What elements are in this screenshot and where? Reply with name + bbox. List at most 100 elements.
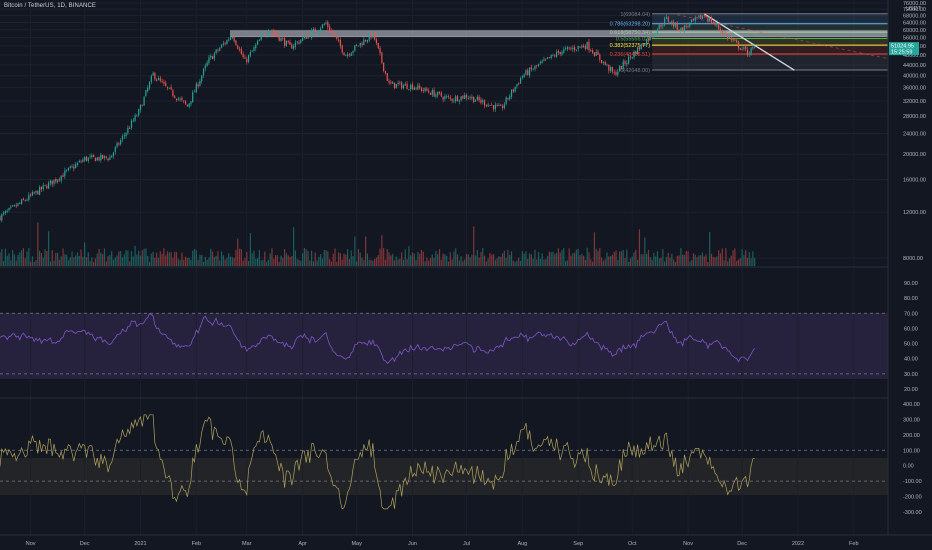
candle-body bbox=[431, 90, 433, 95]
price-tick-label: 20000.00 bbox=[903, 152, 926, 158]
candle-body bbox=[329, 26, 331, 31]
candle-body bbox=[390, 82, 392, 84]
price-tick-label: 24000.00 bbox=[903, 132, 926, 138]
volume-bar bbox=[595, 248, 597, 266]
volume-bar bbox=[491, 254, 493, 266]
volume-bar bbox=[201, 255, 203, 266]
candle-body bbox=[49, 180, 52, 184]
volume-bar bbox=[649, 257, 651, 266]
volume-bar bbox=[320, 254, 322, 266]
resistance-zone bbox=[230, 30, 889, 37]
volume-bar bbox=[154, 257, 156, 266]
volume-bar bbox=[273, 259, 275, 266]
volume-bar bbox=[347, 249, 349, 266]
price-tick-label: 40000.00 bbox=[903, 74, 926, 80]
volume-bar bbox=[709, 231, 711, 266]
candle-body bbox=[258, 40, 260, 42]
volume-bar bbox=[242, 260, 244, 266]
volume-bar bbox=[17, 254, 19, 266]
volume-bar bbox=[78, 255, 80, 266]
volume-bar bbox=[215, 255, 217, 266]
volume-bar bbox=[220, 251, 223, 266]
volume-bar bbox=[624, 258, 626, 266]
volume-bar bbox=[608, 256, 610, 266]
volume-bar bbox=[222, 255, 224, 266]
candle-body bbox=[559, 51, 561, 55]
price-tick-label: 68000.00 bbox=[903, 14, 926, 20]
volume-bar bbox=[635, 249, 637, 266]
candle-body bbox=[139, 104, 142, 111]
candle-body bbox=[100, 154, 102, 161]
candle-body bbox=[718, 24, 720, 30]
fib-zone bbox=[652, 38, 888, 46]
candle-body bbox=[143, 96, 145, 106]
candle-body bbox=[318, 30, 320, 33]
trading-chart[interactable]: 1(69084.04)0.786(63298.20)0.618(58750.34… bbox=[0, 0, 932, 550]
volume-bar bbox=[282, 257, 284, 266]
volume-bar bbox=[8, 253, 10, 266]
candle-body bbox=[338, 39, 340, 41]
candle-body bbox=[700, 14, 702, 19]
volume-bar bbox=[489, 253, 491, 266]
candle-body bbox=[381, 52, 383, 63]
volume-bar bbox=[264, 251, 266, 266]
candle-body bbox=[78, 160, 80, 163]
candle-body bbox=[637, 47, 639, 55]
candle-body bbox=[136, 115, 138, 117]
candle-body bbox=[192, 92, 194, 103]
candle-body bbox=[492, 105, 495, 110]
volume-bar bbox=[492, 254, 495, 266]
price-tick-label: 56000.00 bbox=[903, 36, 926, 42]
volume-bar bbox=[318, 256, 320, 266]
volume-bar bbox=[80, 249, 82, 266]
volume-bar bbox=[716, 256, 718, 266]
candle-body bbox=[73, 166, 75, 169]
candle-body bbox=[114, 147, 116, 153]
volume-bar bbox=[66, 254, 68, 266]
volume-bar bbox=[172, 257, 174, 266]
candle-body bbox=[473, 96, 475, 103]
volume-bar bbox=[494, 259, 496, 266]
candle-body bbox=[184, 101, 187, 104]
volume-bar bbox=[426, 257, 428, 266]
volume-bar bbox=[507, 249, 509, 266]
volume-bar bbox=[559, 252, 561, 266]
volume-bar bbox=[341, 259, 343, 266]
volume-bar bbox=[599, 248, 601, 266]
candle-body bbox=[730, 37, 732, 40]
candle-body bbox=[604, 61, 606, 65]
candle-body bbox=[325, 23, 327, 24]
candle-body bbox=[46, 185, 48, 189]
candle-body bbox=[707, 17, 709, 21]
candle-body bbox=[166, 86, 169, 88]
rsi-tick-label: 20.00 bbox=[904, 387, 918, 393]
candle-body bbox=[130, 120, 133, 128]
candle-body bbox=[646, 39, 648, 46]
candle-body bbox=[386, 73, 388, 82]
volume-bar bbox=[640, 254, 642, 266]
volume-bar bbox=[458, 260, 460, 266]
candle-body bbox=[8, 207, 10, 211]
candle-body bbox=[485, 105, 487, 106]
volume-bar bbox=[417, 251, 419, 266]
candle-body bbox=[532, 69, 534, 71]
volume-bar bbox=[664, 261, 666, 266]
volume-bar bbox=[413, 253, 415, 266]
volume-bar bbox=[611, 254, 614, 266]
candle-body bbox=[181, 98, 183, 100]
candle-body bbox=[365, 40, 367, 42]
candle-body bbox=[406, 83, 408, 89]
volume-bar bbox=[510, 251, 513, 266]
volume-bar bbox=[229, 256, 232, 266]
volume-bar bbox=[312, 261, 315, 266]
volume-bar bbox=[327, 251, 329, 266]
volume-bar bbox=[420, 249, 423, 266]
fib-zone bbox=[652, 45, 888, 55]
candle-body bbox=[723, 32, 725, 34]
candle-body bbox=[752, 46, 754, 49]
volume-bar bbox=[321, 258, 324, 266]
time-tick-label: Nov bbox=[683, 541, 693, 547]
volume-bar bbox=[678, 255, 680, 266]
volume-bar bbox=[743, 255, 745, 266]
volume-bar bbox=[208, 257, 210, 266]
